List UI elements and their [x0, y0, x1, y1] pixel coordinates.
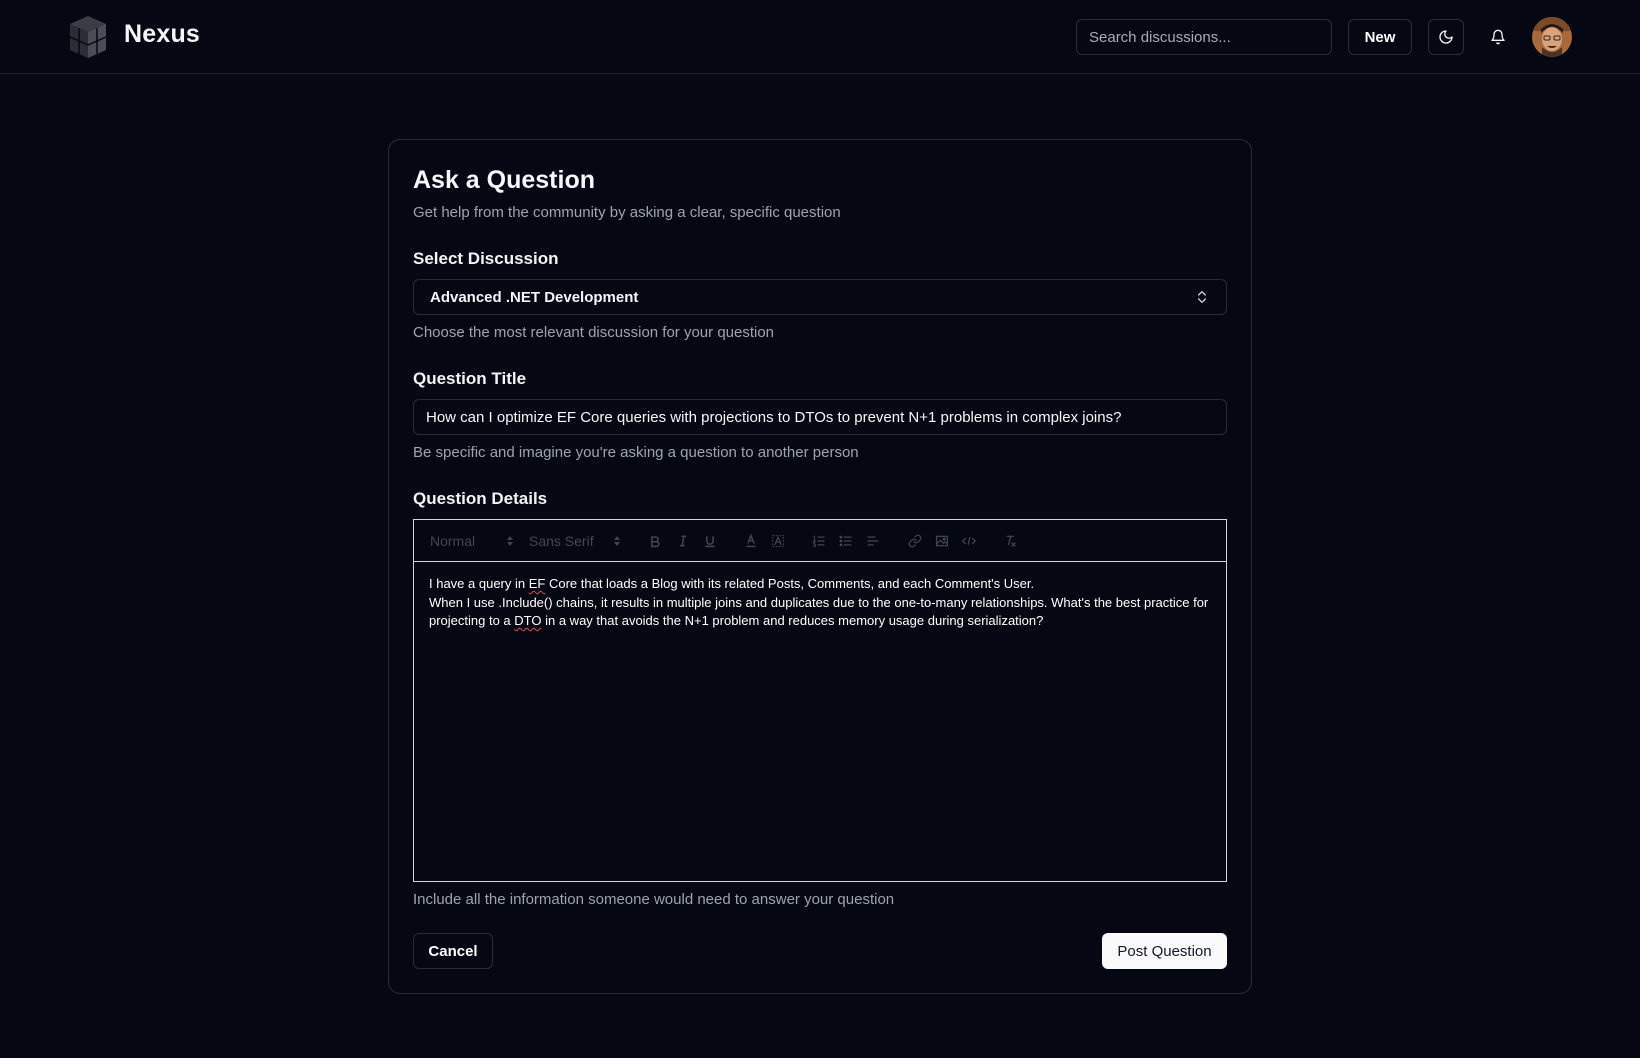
editor-line-2: When I use .Include() chains, it results… [429, 594, 1209, 629]
discussion-label: Select Discussion [413, 249, 559, 268]
code-button[interactable] [960, 530, 978, 552]
link-button[interactable] [906, 530, 924, 552]
editor-content[interactable]: I have a query in EF Core that loads a B… [429, 575, 1213, 631]
spellcheck-word: DTO [514, 613, 542, 628]
discussion-select[interactable]: Advanced .NET Development [413, 279, 1227, 315]
italic-icon [679, 535, 687, 547]
align-button[interactable] [864, 530, 882, 552]
page-subtitle: Get help from the community by asking a … [413, 204, 841, 221]
question-details-label: Question Details [413, 489, 548, 508]
avatar-image [1532, 17, 1572, 57]
font-family-select[interactable]: Sans Serif [529, 530, 621, 552]
ask-question-card: Ask a Question Get help from the communi… [388, 139, 1252, 994]
image-icon [935, 535, 949, 547]
discussion-selected-value: Advanced .NET Development [430, 288, 639, 306]
moon-icon [1439, 30, 1453, 44]
ordered-list-button[interactable] [810, 530, 828, 552]
editor-toolbar: Normal Sans Serif [414, 520, 1226, 562]
text-color-icon [746, 534, 756, 548]
bullet-list-icon [839, 535, 852, 547]
highlight-icon [771, 534, 785, 548]
text-color-button[interactable] [742, 530, 760, 552]
image-button[interactable] [933, 530, 951, 552]
cube-logo-icon[interactable] [66, 14, 110, 60]
user-avatar[interactable] [1532, 17, 1572, 57]
spellcheck-word: EF [528, 576, 546, 591]
underline-button[interactable] [701, 530, 719, 552]
question-title-hint: Be specific and imagine you're asking a … [413, 444, 859, 461]
new-button[interactable]: New [1348, 19, 1412, 55]
align-left-icon [867, 536, 879, 546]
theme-toggle-button[interactable] [1428, 19, 1464, 55]
header-format-value: Normal [430, 533, 476, 549]
notifications-button[interactable] [1480, 19, 1516, 55]
editor-line-1: I have a query in EF Core that loads a B… [429, 576, 1035, 591]
post-question-button[interactable]: Post Question [1102, 933, 1227, 969]
italic-button[interactable] [674, 530, 692, 552]
select-arrows-icon [507, 536, 513, 546]
rich-text-editor: Normal Sans Serif I have a query in EF C… [413, 519, 1227, 882]
bold-button[interactable] [646, 530, 664, 552]
code-icon [962, 536, 976, 546]
bold-icon [651, 536, 660, 548]
search-input[interactable] [1076, 19, 1332, 55]
question-title-label: Question Title [413, 369, 527, 388]
bell-icon [1491, 29, 1505, 45]
link-icon [908, 534, 922, 548]
ordered-list-icon [812, 535, 825, 548]
top-navbar: Nexus New [0, 0, 1640, 74]
font-family-value: Sans Serif [529, 533, 594, 549]
clear-format-button[interactable] [1001, 530, 1019, 552]
discussion-hint: Choose the most relevant discussion for … [413, 324, 775, 341]
page-title: Ask a Question [413, 166, 595, 194]
clear-format-icon [1006, 535, 1016, 547]
cancel-button[interactable]: Cancel [413, 933, 493, 969]
bullet-list-button[interactable] [837, 530, 855, 552]
question-details-hint: Include all the information someone woul… [413, 891, 895, 908]
background-color-button[interactable] [769, 530, 787, 552]
underline-icon [705, 536, 715, 548]
select-arrows-icon [614, 536, 620, 546]
header-format-select[interactable]: Normal [430, 530, 514, 552]
chevron-up-down-icon [1198, 291, 1206, 303]
question-title-input[interactable]: How can I optimize EF Core queries with … [413, 399, 1227, 435]
brand-name[interactable]: Nexus [124, 20, 200, 49]
